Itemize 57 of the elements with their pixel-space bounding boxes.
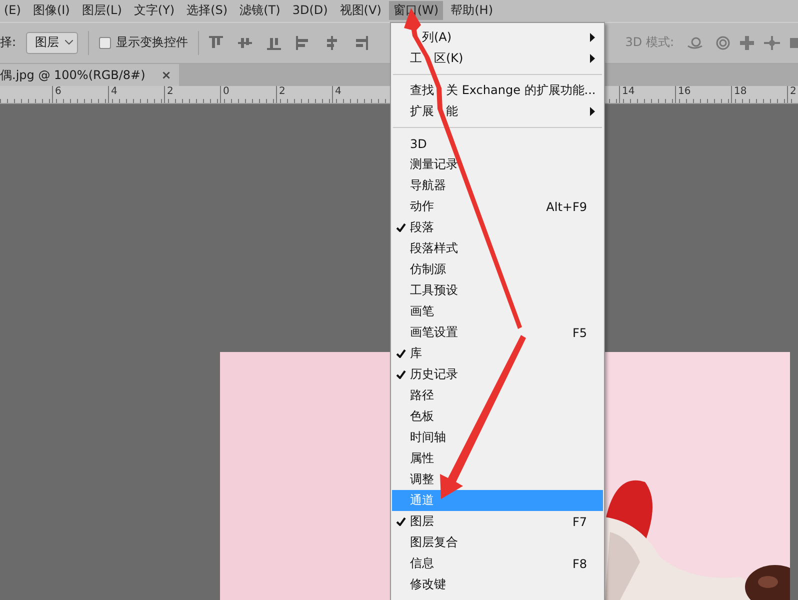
menu-item[interactable]: 测量记录 (392, 154, 603, 175)
menu-item[interactable]: 3D (392, 133, 603, 154)
menu-item[interactable]: 历史记录 (392, 364, 603, 385)
menu-item-text: 工 (410, 50, 422, 67)
menu-item[interactable]: 查找 关 Exchange 的扩展功能... (392, 80, 603, 101)
menu-item-text: 能 (446, 103, 458, 120)
menu-item[interactable]: 扩展 能 (392, 101, 603, 122)
menu-item-text: 扩展 (410, 103, 434, 120)
ruler-label: 6 (52, 86, 108, 103)
ruler-label: 2 (276, 86, 332, 103)
menu-item[interactable]: 色板 (392, 406, 603, 427)
menu-item[interactable]: 工具预设 (392, 280, 603, 301)
menu-item[interactable]: 段落 (392, 217, 603, 238)
menu-item[interactable]: 路径 (392, 385, 603, 406)
menu-item[interactable]: 图层 F7 (392, 511, 603, 532)
menu-item-text: 列(A) (422, 29, 452, 46)
menu-item-text: 关 Exchange 的扩展功能... (446, 82, 596, 99)
menu-item[interactable]: 列(A) (392, 27, 603, 48)
mode-3d-label: 3D 模式: (625, 34, 674, 52)
menu-item[interactable]: 修改键 (392, 574, 603, 595)
layer-select[interactable]: 图层 (26, 32, 78, 54)
ruler-label: 16 (675, 86, 731, 103)
checkbox-label: 显示变换控件 (116, 34, 188, 52)
menu-item-text: 查找 (410, 82, 434, 99)
ruler-label: 18 (731, 86, 787, 103)
ruler-label: 14 (619, 86, 675, 103)
menu-title[interactable]: 3D(D) (288, 1, 332, 20)
ruler-label: 4 (332, 86, 388, 103)
close-icon[interactable]: × (161, 68, 172, 82)
menu-title[interactable]: 图像(I) (28, 1, 74, 20)
menu-title[interactable]: 图层(L) (78, 1, 126, 20)
document-tab[interactable]: 偶.jpg @ 100%(RGB/8#) × (0, 64, 180, 86)
menu-title[interactable]: 文字(Y) (130, 1, 179, 20)
menu-item[interactable]: 属性 (392, 448, 603, 469)
menu-title[interactable]: 选择(S) (182, 1, 232, 20)
menu-item[interactable]: 导航器 (392, 175, 603, 196)
select-label: 择: (0, 34, 16, 52)
menu-item[interactable]: 库 (392, 343, 603, 364)
menu-item[interactable]: 画笔 (392, 301, 603, 322)
menu-item[interactable]: 仿制源 (392, 259, 603, 280)
menu-item[interactable]: 画笔设置 F5 (392, 322, 603, 343)
menu-title[interactable]: (E) (0, 1, 25, 20)
menu-item[interactable]: 工 区(K) (392, 48, 603, 69)
menu-title[interactable]: 滤镜(T) (236, 1, 284, 20)
menu-item[interactable]: 图层复合 (392, 532, 603, 553)
menu-item[interactable]: 调整 (392, 469, 603, 490)
menu-item[interactable]: 段落样式 (392, 238, 603, 259)
ruler-label: 2 (787, 86, 798, 103)
menu-title[interactable]: 帮助(H) (446, 1, 497, 20)
menu-title[interactable]: 视图(V) (336, 1, 386, 20)
menu-item-text: 区(K) (434, 50, 464, 67)
ruler-label: 2 (164, 86, 220, 103)
menu-item[interactable]: 信息 F8 (392, 553, 603, 574)
menu-item[interactable]: 动作 Alt+F9 (392, 196, 603, 217)
menu-item[interactable]: 时间轴 (392, 427, 603, 448)
ruler-label: 0 (220, 86, 276, 103)
ruler-label: 4 (108, 86, 164, 103)
